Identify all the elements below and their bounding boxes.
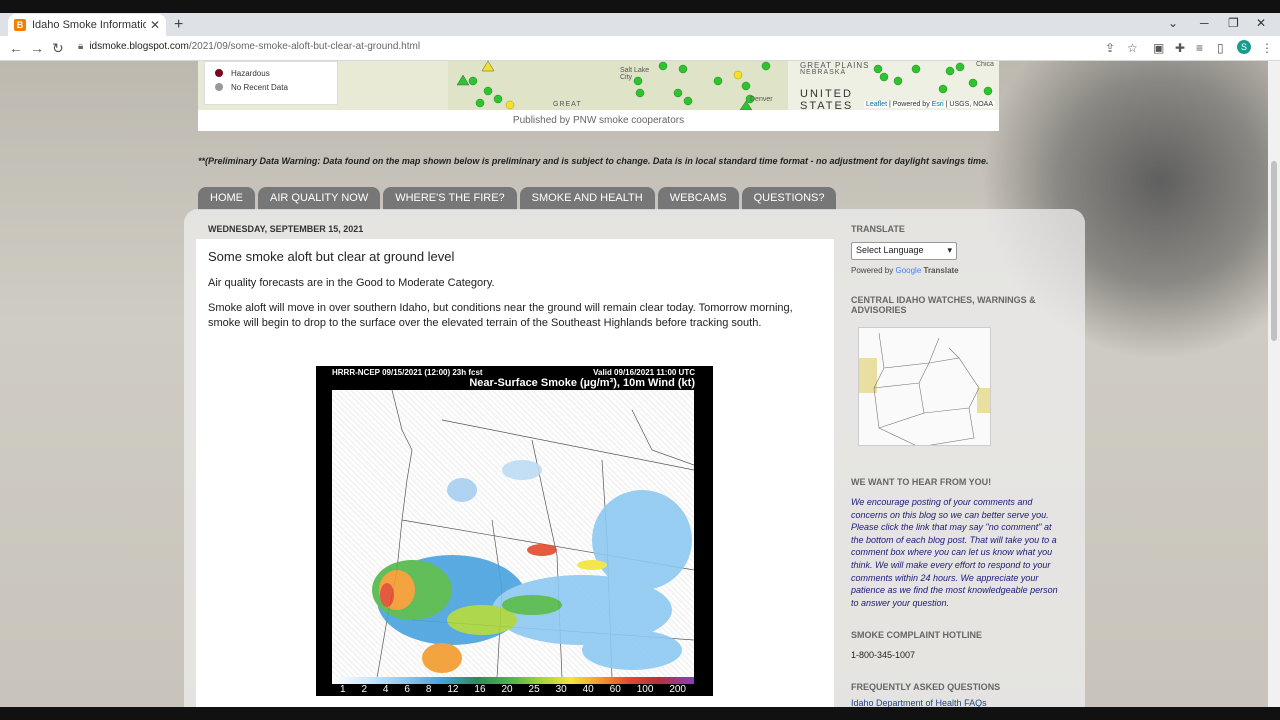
- translate-heading: TRANSLATE: [851, 224, 905, 234]
- map-legend: Hazardous No Recent Data: [204, 61, 338, 105]
- hotline-number: 1-800-345-1007: [851, 650, 916, 660]
- google-translate-credit: Powered by Google Translate: [851, 266, 959, 275]
- watches-heading: CENTRAL IDAHO WATCHES, WARNINGS & ADVISO…: [851, 295, 1036, 315]
- side-panel-icon[interactable]: ▯: [1217, 41, 1224, 55]
- share-icon[interactable]: ⇪: [1105, 41, 1115, 55]
- google-logo[interactable]: Google: [895, 266, 921, 275]
- idaho-watches-map[interactable]: [858, 327, 991, 446]
- lock-icon: 🔒︎: [78, 41, 84, 52]
- new-tab-icon[interactable]: +: [174, 16, 183, 34]
- window-top-edge: [0, 0, 1280, 13]
- scrollbar-thumb[interactable]: [1271, 161, 1277, 341]
- post-paragraph: Air quality forecasts are in the Good to…: [208, 277, 495, 289]
- data-warning: **(Preliminary Data Warning: Data found …: [198, 156, 989, 166]
- blog-post: Some smoke aloft but clear at ground lev…: [196, 239, 834, 707]
- hazardous-dot-icon: [215, 69, 223, 77]
- window-close-icon[interactable]: ✕: [1256, 16, 1266, 30]
- hotline-heading: SMOKE COMPLAINT HOTLINE: [851, 630, 982, 640]
- restore-icon[interactable]: ❐: [1228, 16, 1239, 30]
- page-background: GREAT PLAINS NEBRASKA UNITED STATES Salt…: [0, 61, 1268, 707]
- tab-strip: B Idaho Smoke Information: Some ✕ + ⌄ ─ …: [0, 13, 1280, 36]
- faq-link[interactable]: Idaho Department of Health FAQs: [851, 698, 987, 707]
- puzzle-icon[interactable]: ✚: [1175, 41, 1185, 55]
- tab-close-icon[interactable]: ✕: [150, 18, 160, 32]
- tab-smoke-and-health[interactable]: SMOKE AND HEALTH: [519, 187, 655, 210]
- post-title[interactable]: Some smoke aloft but clear at ground lev…: [208, 249, 454, 264]
- page-scrollbar[interactable]: [1268, 61, 1280, 707]
- blogger-favicon-icon: B: [14, 19, 26, 31]
- back-icon[interactable]: ←: [9, 40, 23, 56]
- smoke-color-scale: [332, 677, 694, 684]
- reload-icon[interactable]: ↻: [52, 40, 64, 57]
- faq-heading: FREQUENTLY ASKED QUESTIONS: [851, 682, 1001, 692]
- smoke-scale-ticks: 1 2 4 6 8 12 16 20 25 30 40 60 100 200: [339, 684, 686, 695]
- window-bottom-edge: [0, 707, 1280, 720]
- hrrr-smoke-forecast-image[interactable]: HRRR-NCEP 09/15/2021 (12:00) 23h fcst Va…: [316, 366, 713, 696]
- tab-home[interactable]: HOME: [198, 187, 255, 210]
- tab-webcams[interactable]: WEBCAMS: [657, 187, 739, 210]
- tab-title: Idaho Smoke Information: Some: [32, 19, 146, 31]
- url-field[interactable]: 🔒︎ idsmoke.blogspot.com/2021/09/some-smok…: [78, 41, 420, 52]
- feedback-heading: WE WANT TO HEAR FROM YOU!: [851, 477, 992, 487]
- extension-icon[interactable]: ▣: [1153, 41, 1164, 55]
- post-date: WEDNESDAY, SEPTEMBER 15, 2021: [208, 224, 364, 234]
- main-nav: HOME AIR QUALITY NOW WHERE'S THE FIRE? S…: [198, 187, 837, 210]
- chevron-down-icon: ▾: [947, 245, 952, 255]
- map-caption: Published by PNW smoke cooperators: [512, 115, 685, 126]
- tab-questions[interactable]: QUESTIONS?: [741, 187, 837, 210]
- forecast-plot: [332, 390, 694, 678]
- smoke-map-widget: GREAT PLAINS NEBRASKA UNITED STATES Salt…: [198, 61, 999, 131]
- bookmark-star-icon[interactable]: ☆: [1127, 41, 1138, 55]
- feedback-text: We encourage posting of your comments an…: [851, 497, 1058, 608]
- menu-icon[interactable]: ⋮: [1261, 41, 1273, 55]
- tab-air-quality-now[interactable]: AIR QUALITY NOW: [258, 187, 381, 210]
- profile-avatar[interactable]: S: [1237, 40, 1251, 54]
- address-bar-row: ← → ↻ 🔒︎ idsmoke.blogspot.com/2021/09/som…: [0, 36, 1280, 61]
- language-select[interactable]: Select Language ▾: [851, 242, 957, 260]
- forward-icon[interactable]: →: [30, 40, 44, 56]
- map-attribution: Leaflet | Powered by Esri | USGS, NOAA: [864, 101, 995, 108]
- tab-search-icon[interactable]: ⌄: [1168, 16, 1178, 30]
- legend-item: No Recent Data: [215, 80, 327, 94]
- tab-wheres-the-fire[interactable]: WHERE'S THE FIRE?: [383, 187, 517, 210]
- browser-tab[interactable]: B Idaho Smoke Information: Some ✕: [8, 14, 166, 36]
- air-quality-map[interactable]: GREAT PLAINS NEBRASKA UNITED STATES Salt…: [198, 61, 999, 110]
- reading-list-icon[interactable]: ≡: [1196, 41, 1203, 55]
- legend-item: Hazardous: [215, 66, 327, 80]
- minimize-icon[interactable]: ─: [1200, 16, 1209, 30]
- post-paragraph: Smoke aloft will move in over southern I…: [208, 302, 793, 329]
- no-data-dot-icon: [215, 83, 223, 91]
